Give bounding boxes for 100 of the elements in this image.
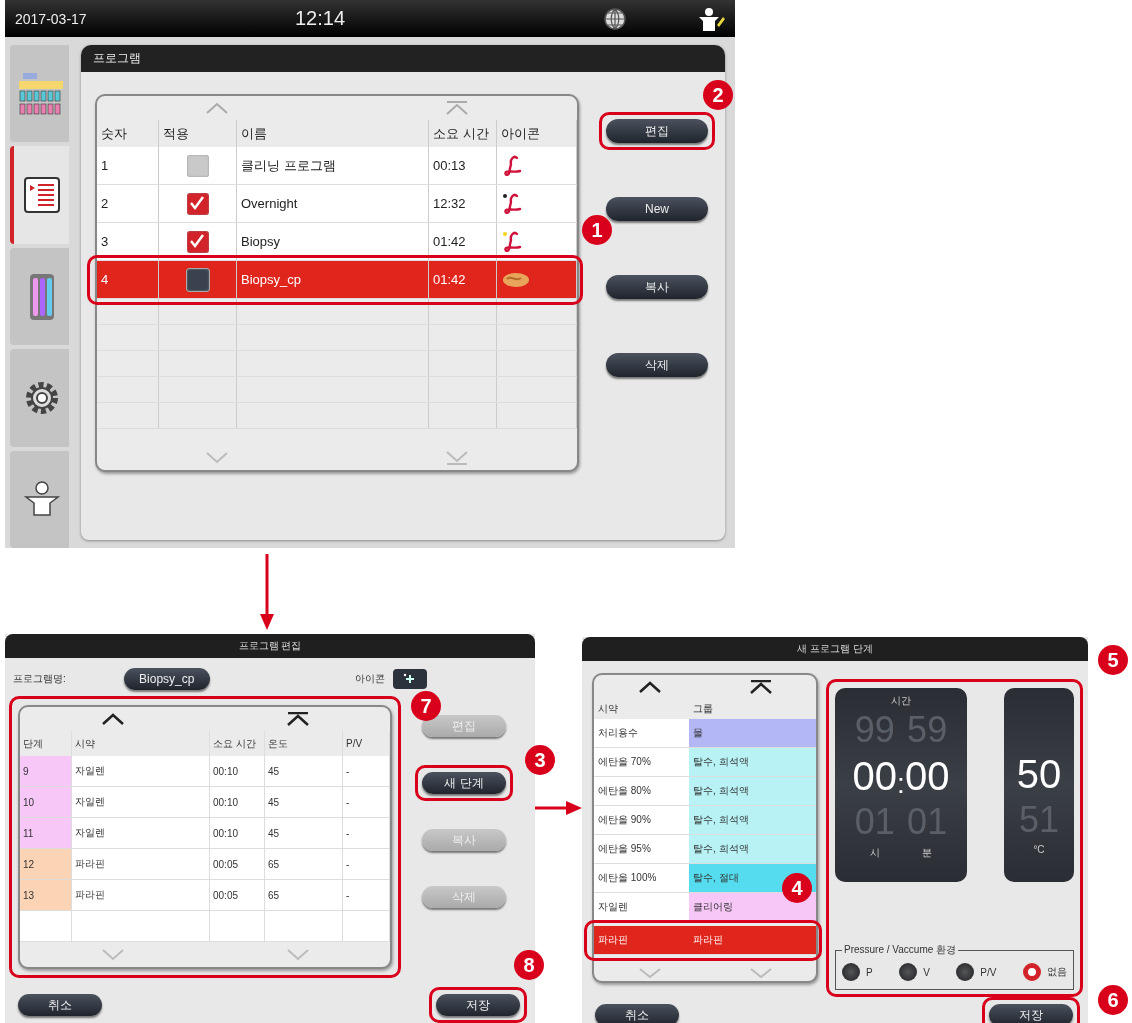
table-cell: 자일렌 <box>72 756 210 786</box>
table-cell: 00:05 <box>210 880 265 910</box>
action-button[interactable]: New <box>606 197 708 221</box>
table-cell-text: 에탄올 90% <box>597 813 652 827</box>
unit-label: 시 <box>869 846 880 860</box>
table-cell: 2 <box>97 185 159 222</box>
table-cell: Biopsy_cp <box>237 261 429 298</box>
panel-title: 프로그램 <box>81 45 725 72</box>
action-button[interactable]: 복사 <box>606 275 708 299</box>
callout-number: 3 <box>525 745 555 775</box>
sidebar-tab[interactable] <box>10 450 69 549</box>
table-row[interactable]: 4 Biopsy_cp 01:42 <box>97 261 577 299</box>
scroll-to-top-icon[interactable] <box>285 712 310 726</box>
table-cell: 파라핀 <box>72 880 210 910</box>
table-cell: 45 <box>265 818 343 848</box>
table-cell: 13 <box>20 880 72 910</box>
table-cell: 10 <box>20 787 72 817</box>
globe-icon[interactable] <box>603 6 627 31</box>
table-cell: 00:13 <box>429 147 497 184</box>
table-cell: 00:10 <box>210 818 265 848</box>
save-button[interactable]: 저장 <box>436 994 520 1016</box>
table-row[interactable]: 3 Biopsy 01:42 <box>97 223 577 261</box>
checkbox[interactable] <box>186 192 209 215</box>
name-field[interactable]: Biopsy_cp <box>123 668 210 690</box>
table-cell: Biopsy <box>237 223 429 260</box>
radio-option[interactable]: 없음 <box>1022 963 1067 981</box>
radio-option[interactable]: P/V <box>956 963 997 981</box>
chevron-up-icon[interactable] <box>100 713 125 725</box>
table-row[interactable]: 에탄올 80% 탈수, 희석액 <box>594 777 816 806</box>
table-cell: 4 <box>97 261 159 298</box>
table-cell: 01:42 <box>429 223 497 260</box>
date-text: 2017-03-17 <box>15 10 88 27</box>
table-cell: 45 <box>265 756 343 786</box>
table-row[interactable]: 1 클리닝 프로그램 00:13 <box>97 147 577 185</box>
save-button[interactable]: 저장 <box>989 1004 1073 1023</box>
table-row[interactable]: 2 Overnight 12:32 <box>97 185 577 223</box>
table-row[interactable]: 파라핀 파라핀 <box>594 926 816 955</box>
screen-title: 새 프로그램 단계 <box>582 637 1088 661</box>
action-button[interactable]: 삭제 <box>606 353 708 377</box>
icon-button[interactable] <box>393 669 427 689</box>
action-button[interactable]: 편집 <box>606 119 708 143</box>
user-icon[interactable] <box>697 6 725 31</box>
sidebar-tab[interactable] <box>10 146 69 244</box>
table-cell-text: 에탄올 70% <box>597 755 652 769</box>
cancel-button[interactable]: 취소 <box>18 994 102 1016</box>
table-cell: 45 <box>265 787 343 817</box>
clock-text: 12:14 <box>295 7 347 30</box>
field-label: 프로그램명: <box>13 672 66 686</box>
table-cell: 자일렌 <box>72 787 210 817</box>
cancel-button[interactable]: 취소 <box>595 1004 679 1023</box>
radio-option[interactable]: V <box>899 963 930 981</box>
checkbox[interactable] <box>185 267 210 292</box>
radio-button[interactable] <box>956 963 975 981</box>
user-icon <box>21 481 62 518</box>
callout-number: 5 <box>1098 645 1128 675</box>
callout-number: 8 <box>514 950 544 980</box>
radio-button[interactable] <box>842 963 860 981</box>
checkbox[interactable] <box>186 154 209 177</box>
sidebar-tab[interactable] <box>10 349 69 447</box>
table-row[interactable]: 에탄올 70% 탈수, 희석액 <box>594 748 816 777</box>
table-cell-text: 에탄올 95% <box>597 842 652 856</box>
radio-button[interactable] <box>899 963 918 981</box>
field-label: 아이콘 <box>355 672 385 686</box>
checkbox[interactable] <box>186 230 209 253</box>
document-icon <box>21 175 62 216</box>
callout-number: 6 <box>1098 985 1128 1015</box>
table-cell: 탈수, 희석액 <box>689 806 816 834</box>
table-cell-text: 파라핀 <box>692 933 724 947</box>
screen-title: 프로그램 편집 <box>5 634 535 658</box>
radio-button[interactable] <box>1022 963 1041 981</box>
arrow-icon <box>259 554 275 630</box>
table-cell: 65 <box>265 880 343 910</box>
table-cell-text: 파라핀 <box>597 933 629 947</box>
time-separator: : <box>897 768 905 800</box>
table-cell: 물 <box>689 719 816 747</box>
table-cell: 탈수, 희석액 <box>689 748 816 776</box>
scroll-to-top-icon[interactable] <box>748 680 773 694</box>
table-cell: Overnight <box>237 185 429 222</box>
table-cell: 01:42 <box>429 261 497 298</box>
table-row[interactable]: 에탄올 90% 탈수, 희석액 <box>594 806 816 835</box>
table-cell: 탈수, 희석액 <box>689 835 816 863</box>
table-cell: - <box>343 880 390 910</box>
table-cell: 9 <box>20 756 72 786</box>
table-cell-text: 자일렌 <box>597 900 629 914</box>
table-row[interactable]: 처리용수 물 <box>594 719 816 748</box>
chevron-up-icon[interactable] <box>637 681 662 693</box>
table-cell: 00:10 <box>210 787 265 817</box>
dial-label: 시간 <box>891 694 911 708</box>
table-cell-text: 에탄올 100% <box>597 871 658 885</box>
column-header: 그룹 <box>692 702 714 716</box>
table-cell: 자일렌 <box>72 818 210 848</box>
unit-label: °C <box>1033 844 1045 855</box>
action-button[interactable]: 새 단계 <box>422 772 506 794</box>
group-label: Pressure / Vaccume 환경 <box>843 943 958 957</box>
table-cell: 1 <box>97 147 159 184</box>
radio-option[interactable]: P <box>842 963 873 981</box>
table-cell: - <box>343 818 390 848</box>
table-row[interactable]: 에탄올 95% 탈수, 희석액 <box>594 835 816 864</box>
table-cell-text: 에탄올 80% <box>597 784 652 798</box>
table-cell: 00:10 <box>210 756 265 786</box>
